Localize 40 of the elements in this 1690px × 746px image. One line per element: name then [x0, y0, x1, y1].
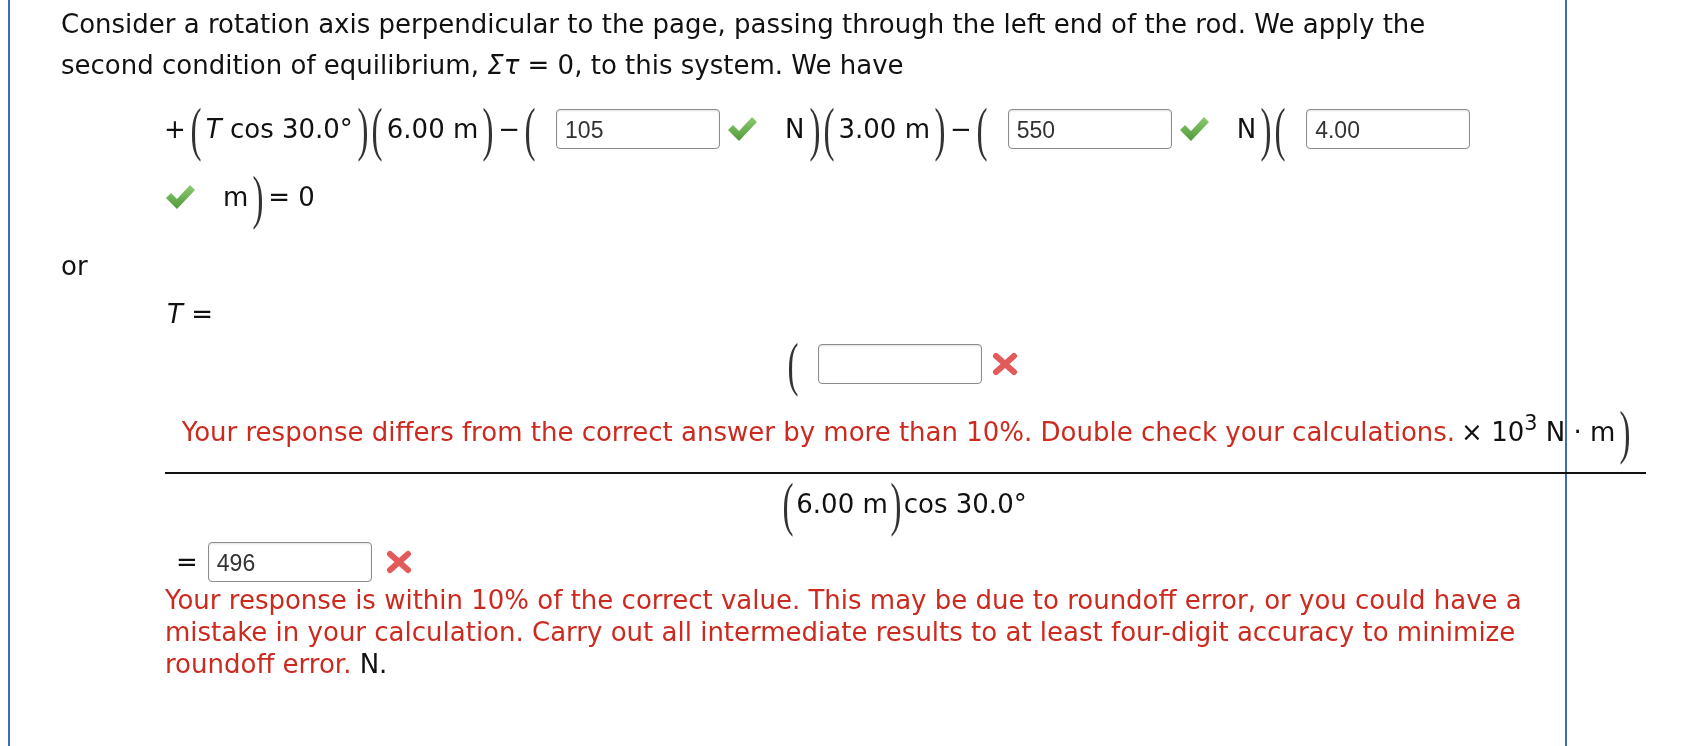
parenthesis: ( [782, 470, 794, 538]
equation-label: T = [167, 298, 213, 330]
parenthesis: ) [890, 470, 902, 538]
parenthesis: ( [976, 95, 988, 163]
math-term: − [498, 113, 521, 145]
math-term: N [1236, 113, 1257, 145]
answer-field[interactable] [818, 344, 983, 384]
instruction-text: Consider a rotation axis perpendicular to the page, passing through the left end of the rod. We apply the second condition of equilibrium, Στ = 0, to this system. We have [61, 8, 1427, 82]
feedback-message: Your response differs from the correct answer by more than 10%. Double check your calculations. [181, 417, 1456, 447]
parenthesis: ) [252, 163, 264, 231]
math-term: T cos 30.0° [205, 113, 353, 145]
parenthesis: ( [190, 95, 202, 163]
math-term: − [949, 113, 972, 145]
math-term: cos 30.0° [903, 488, 1027, 520]
answer-field[interactable]: 550 [1007, 109, 1172, 149]
parenthesis: ) [1260, 95, 1272, 163]
math-term: 6.00 m [386, 113, 479, 145]
math-term: = [176, 546, 198, 578]
feedback-message: Your response is within 10% of the correct value. This may be due to roundoff error, or you could have a mistake in your calculation. Carry out all intermediate results to at least four-digit accuracy to minimize roundoff error. N. [165, 584, 1523, 680]
parenthesis: ) [809, 95, 820, 163]
math-term: = 0 [268, 181, 315, 213]
parenthesis: ) [1619, 398, 1631, 466]
parenthesis: ( [823, 95, 834, 163]
answer-field[interactable]: 4.00 [1306, 109, 1471, 149]
math-term: m [223, 181, 249, 213]
math-term: N [785, 113, 805, 145]
math-term: 6.00 m [796, 488, 888, 520]
parenthesis: ( [524, 95, 536, 163]
answer-field[interactable]: 105 [556, 109, 721, 149]
math-term: 3.00 m [838, 113, 930, 145]
parenthesis: ) [934, 95, 946, 163]
parenthesis: ) [482, 95, 494, 163]
math-term: × 10$^{3}$ N · m [1461, 416, 1616, 448]
parenthesis: ( [371, 95, 383, 163]
parenthesis: ( [1274, 95, 1286, 163]
parenthesis: ) [357, 95, 369, 163]
connector-word: or [61, 250, 88, 282]
parenthesis: ( [787, 330, 798, 398]
math-term: + [164, 113, 186, 145]
answer-field[interactable]: 496 [207, 542, 372, 582]
